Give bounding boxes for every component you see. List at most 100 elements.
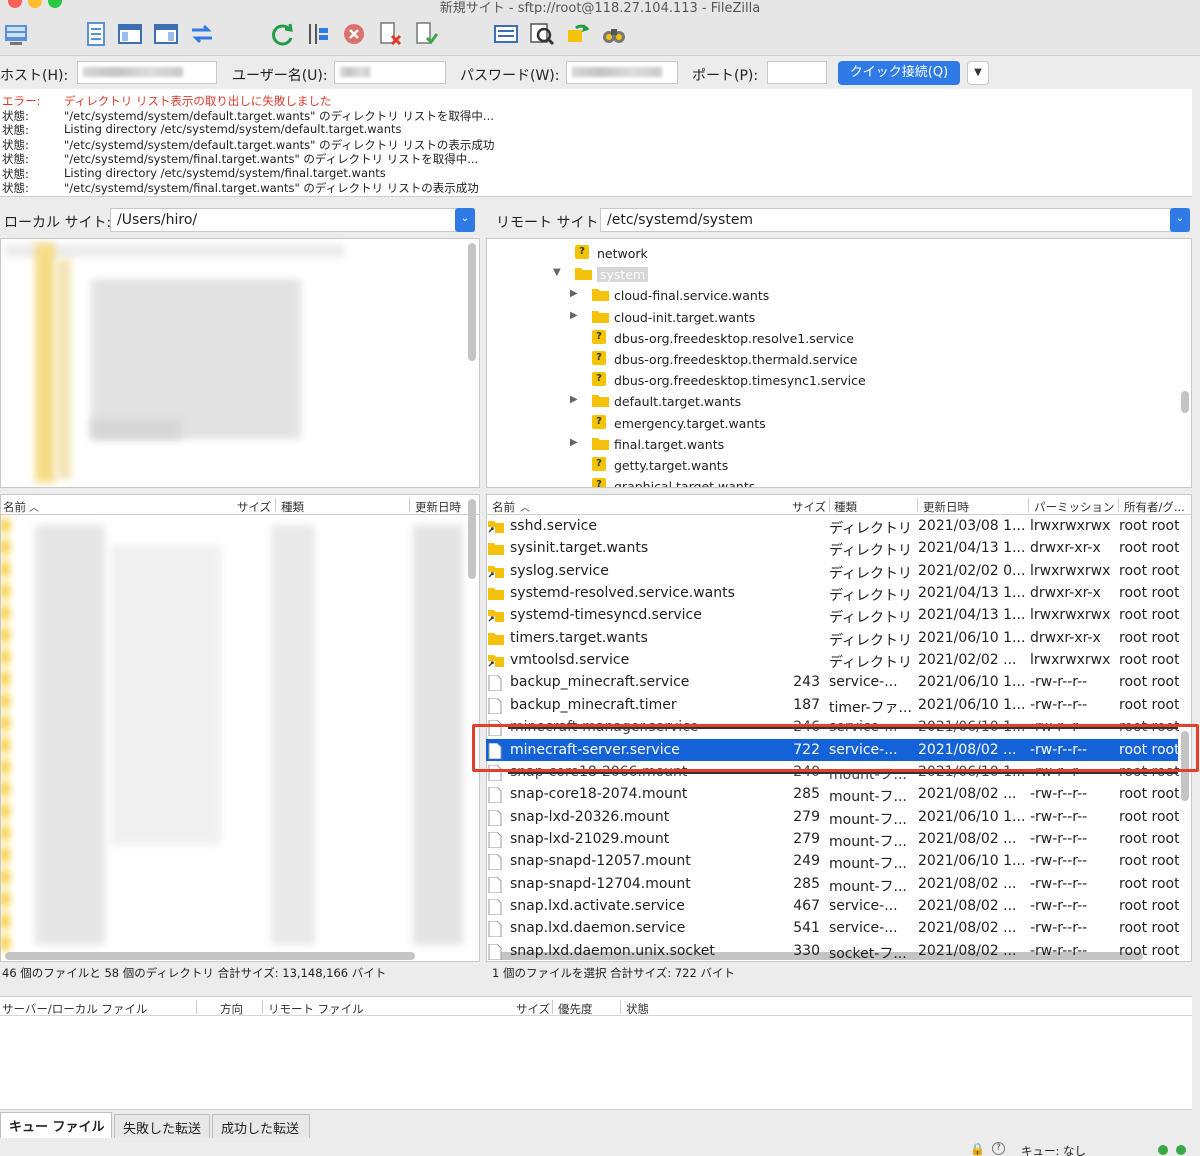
site-manager-icon[interactable] bbox=[2, 20, 30, 48]
table-row[interactable]: systemd-resolved.service.wants ディレクトリ 2021… bbox=[486, 582, 1179, 604]
remote-path-dropdown-button[interactable]: ⌄ bbox=[1170, 208, 1190, 232]
process-queue-icon[interactable] bbox=[304, 20, 332, 48]
expanded-arrow-icon[interactable]: ▼ bbox=[553, 267, 565, 278]
queue-col-server-file[interactable]: サーバー/ローカル ファイル bbox=[2, 1001, 147, 1017]
queue-list[interactable] bbox=[0, 1016, 1192, 1110]
collapsed-arrow-icon[interactable]: ▶ bbox=[570, 437, 582, 448]
port-input[interactable] bbox=[767, 61, 827, 84]
cell-perms: lrwxrwxrwx bbox=[1030, 562, 1111, 579]
remote-col-modified[interactable]: 更新日時 bbox=[923, 499, 969, 515]
table-row[interactable]: snap-snapd-12704.mount 285 mount-フ... 2021/… bbox=[486, 873, 1179, 895]
cell-modified: 2021/02/02 0... bbox=[918, 562, 1026, 579]
collapsed-arrow-icon[interactable]: ▶ bbox=[570, 310, 582, 321]
cell-modified: 2021/08/02 ... bbox=[918, 875, 1017, 892]
table-row[interactable]: backup_minecraft.service 243 service-... 20… bbox=[486, 671, 1179, 693]
message-log-icon[interactable] bbox=[82, 20, 110, 48]
redacted-block bbox=[1, 519, 9, 955]
table-row[interactable]: snap-lxd-21029.mount 279 mount-フ... 2021/08… bbox=[486, 828, 1179, 850]
local-col-name[interactable]: 名前 bbox=[3, 499, 26, 515]
cell-owner: root root bbox=[1119, 540, 1179, 557]
file-icon bbox=[488, 943, 502, 961]
queue-col-direction[interactable]: 方向 bbox=[220, 1001, 243, 1017]
host-input[interactable] bbox=[77, 61, 217, 84]
remote-col-size[interactable]: サイズ bbox=[792, 499, 826, 515]
remote-col-type[interactable]: 種類 bbox=[834, 499, 857, 515]
local-col-size[interactable]: サイズ bbox=[237, 499, 271, 515]
column-divider bbox=[552, 1000, 553, 1014]
tab-successful-transfers[interactable]: 成功した転送 bbox=[212, 1114, 310, 1138]
table-row[interactable]: sshd.service ディレクトリ 2021/03/08 1... lrwxrwx… bbox=[486, 515, 1179, 537]
quickconnect-button[interactable]: クイック接続(Q) bbox=[838, 61, 960, 85]
remote-list-header: 名前 ︿ サイズ 種類 更新日時 パーミッション 所有者/グ... bbox=[487, 495, 1191, 515]
disconnect-icon[interactable] bbox=[376, 20, 404, 48]
remote-tree-pane[interactable]: ? network ▼ system ▶ cloud-final.service.want… bbox=[486, 238, 1192, 488]
queue-col-status[interactable]: 状態 bbox=[626, 1001, 649, 1017]
local-col-modified[interactable]: 更新日時 bbox=[415, 499, 461, 515]
filter-icon[interactable] bbox=[492, 20, 520, 48]
table-row[interactable]: snap-snapd-12057.mount 249 mount-フ... 2021/… bbox=[486, 850, 1179, 872]
password-input[interactable] bbox=[566, 61, 678, 84]
cell-owner: root root bbox=[1119, 674, 1179, 691]
table-row[interactable]: syslog.service ディレクトリ 2021/02/02 0... lrwxr… bbox=[486, 560, 1179, 582]
table-row[interactable]: systemd-timesyncd.service ディレクトリ 2021/04/1… bbox=[486, 604, 1179, 626]
table-row[interactable]: snap.lxd.daemon.unix.socket 330 socket-フ..… bbox=[486, 940, 1179, 962]
remote-col-owner[interactable]: 所有者/グ... bbox=[1124, 499, 1185, 515]
local-path-dropdown-button[interactable]: ⌄ bbox=[455, 208, 475, 232]
upload-indicator-icon bbox=[1158, 1145, 1168, 1155]
local-tree-pane[interactable] bbox=[0, 238, 480, 488]
local-tree-icon[interactable] bbox=[116, 20, 144, 48]
table-row[interactable]: snap-core18-2074.mount 285 mount-フ... 2021/… bbox=[486, 783, 1179, 805]
tab-queued-files[interactable]: キュー ファイル bbox=[0, 1112, 112, 1138]
remote-path-input[interactable]: /etc/systemd/system ⌄ bbox=[600, 208, 1190, 232]
quickconnect-history-button[interactable]: ▼ bbox=[967, 61, 989, 85]
cell-name: timers.target.wants bbox=[510, 629, 648, 646]
tree-item-label: system bbox=[597, 267, 649, 283]
cell-modified: 2021/06/10 1... bbox=[918, 853, 1026, 870]
tree-item-label: dbus-org.freedesktop.resolve1.service bbox=[614, 330, 854, 346]
log-message: "/etc/systemd/system/final.target.wants"… bbox=[64, 181, 479, 195]
tab-failed-transfers[interactable]: 失敗した転送 bbox=[114, 1114, 210, 1138]
redacted-block bbox=[271, 525, 315, 945]
cell-owner: root root bbox=[1119, 585, 1179, 602]
local-file-list[interactable]: 名前 ︿ サイズ 種類 更新日時 bbox=[0, 494, 480, 962]
local-list-scrollbar[interactable] bbox=[468, 499, 476, 579]
refresh-icon[interactable] bbox=[268, 20, 296, 48]
username-input[interactable] bbox=[334, 61, 446, 84]
remote-col-permissions[interactable]: パーミッション bbox=[1034, 499, 1115, 515]
file-icon bbox=[488, 898, 502, 916]
local-tree-scrollbar[interactable] bbox=[468, 243, 476, 361]
column-divider bbox=[275, 498, 276, 512]
cell-owner: root root bbox=[1119, 629, 1179, 646]
tree-item-label: default.target.wants bbox=[614, 394, 742, 410]
remote-site-bar: リモート サイト: /etc/systemd/system ⌄ bbox=[486, 206, 1192, 236]
table-row[interactable]: timers.target.wants ディレクトリ 2021/06/10 1...… bbox=[486, 627, 1179, 649]
local-path-input[interactable]: /Users/hiro/ ⌄ bbox=[110, 208, 475, 232]
remote-tree-scrollbar[interactable] bbox=[1181, 391, 1189, 413]
collapsed-arrow-icon[interactable]: ▶ bbox=[570, 288, 582, 299]
search-icon[interactable] bbox=[600, 20, 628, 48]
queue-col-priority[interactable]: 優先度 bbox=[558, 1001, 593, 1017]
remote-col-name[interactable]: 名前 bbox=[492, 499, 515, 515]
table-row[interactable]: vmtoolsd.service ディレクトリ 2021/02/02 ... lrwx… bbox=[486, 649, 1179, 671]
local-col-type[interactable]: 種類 bbox=[281, 499, 304, 515]
table-row[interactable]: backup_minecraft.timer 187 timer-ファ... 2021… bbox=[486, 694, 1179, 716]
remote-tree-icon[interactable] bbox=[152, 20, 180, 48]
local-list-hscrollbar[interactable] bbox=[5, 952, 415, 960]
cell-size: 243 bbox=[793, 674, 820, 691]
sync-browse-icon[interactable] bbox=[564, 20, 592, 48]
collapsed-arrow-icon[interactable]: ▶ bbox=[570, 394, 582, 405]
queue-col-remote-file[interactable]: リモート ファイル bbox=[268, 1001, 364, 1017]
queue-col-size[interactable]: サイズ bbox=[516, 1001, 550, 1017]
cell-perms: drwxr-xr-x bbox=[1030, 629, 1101, 646]
compare-icon[interactable] bbox=[528, 20, 556, 48]
transfer-queue-icon[interactable] bbox=[188, 20, 216, 48]
table-row[interactable]: snap.lxd.activate.service 467 service-... 2… bbox=[486, 895, 1179, 917]
column-divider bbox=[917, 498, 918, 512]
table-row[interactable]: snap.lxd.daemon.service 541 service-... 202… bbox=[486, 917, 1179, 939]
reconnect-icon[interactable] bbox=[412, 20, 440, 48]
cell-owner: root root bbox=[1119, 920, 1179, 937]
table-row[interactable]: snap-lxd-20326.mount 279 mount-フ... 2021/06… bbox=[486, 806, 1179, 828]
table-row[interactable]: sysinit.target.wants ディレクトリ 2021/04/13 1..… bbox=[486, 537, 1179, 559]
cancel-icon[interactable] bbox=[340, 20, 368, 48]
download-indicator-icon bbox=[1176, 1145, 1186, 1155]
